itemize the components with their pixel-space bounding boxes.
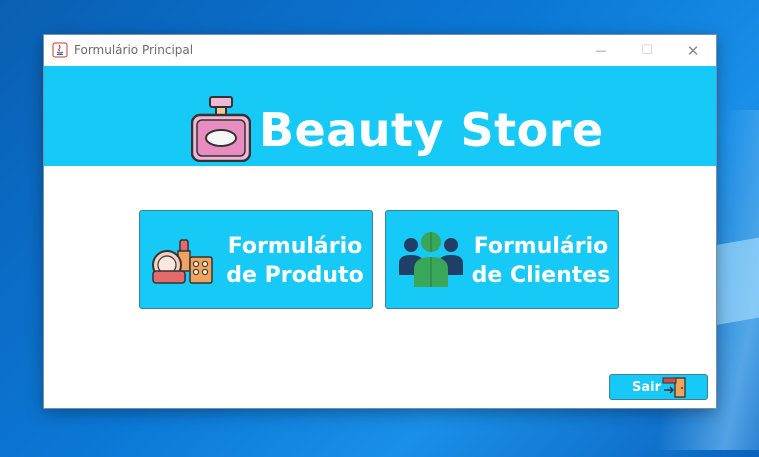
minimize-button[interactable]: — bbox=[578, 35, 624, 66]
minimize-icon: — bbox=[595, 44, 607, 57]
sair-label: Sair bbox=[632, 380, 662, 395]
clientes-label-line2: de Clientes bbox=[471, 263, 611, 288]
store-title: Beauty Store bbox=[259, 103, 604, 157]
maximize-icon: ☐ bbox=[641, 43, 653, 58]
makeup-kit-icon bbox=[152, 239, 213, 284]
clientes-label-line1: Formulário bbox=[473, 234, 609, 259]
close-icon: ✕ bbox=[686, 41, 700, 60]
main-window: Formulário Principal — ☐ ✕ Beauty Store bbox=[44, 35, 716, 408]
produto-label-line1: Formulário bbox=[227, 234, 363, 259]
window-title: Formulário Principal bbox=[74, 43, 194, 57]
close-button[interactable]: ✕ bbox=[670, 35, 716, 66]
maximize-button[interactable]: ☐ bbox=[624, 35, 670, 66]
formulario-produto-label: Formulário de Produto bbox=[220, 232, 370, 290]
header-banner: Beauty Store bbox=[44, 66, 716, 166]
exit-door-icon bbox=[662, 377, 686, 398]
title-bar[interactable]: Formulário Principal — ☐ ✕ bbox=[44, 35, 716, 66]
formulario-produto-button[interactable]: Formulário de Produto bbox=[139, 210, 373, 309]
users-group-icon bbox=[399, 232, 463, 287]
produto-label-line2: de Produto bbox=[226, 263, 364, 288]
desktop-light-window bbox=[715, 234, 759, 326]
formulario-clientes-button[interactable]: Formulário de Clientes bbox=[385, 210, 619, 309]
sair-button[interactable]: Sair bbox=[609, 374, 708, 400]
perfume-bottle-icon bbox=[191, 96, 251, 162]
java-app-icon bbox=[52, 42, 68, 58]
formulario-clientes-label: Formulário de Clientes bbox=[466, 232, 616, 290]
